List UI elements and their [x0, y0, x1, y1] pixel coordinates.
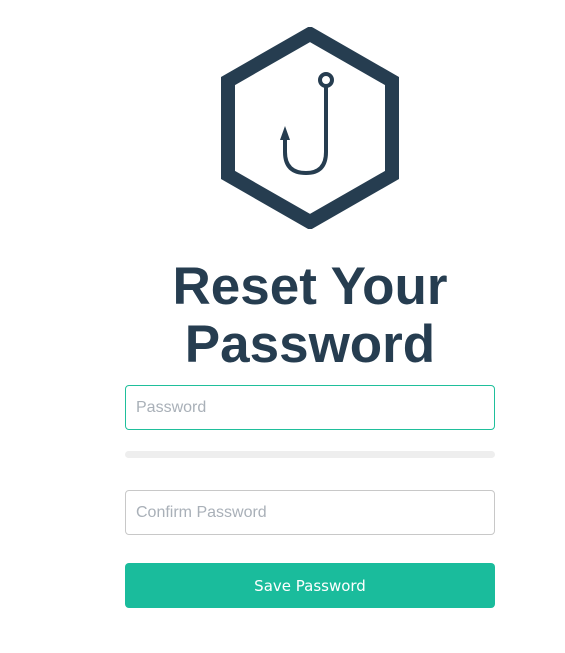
fishing-hook-hexagon-icon — [221, 25, 399, 231]
page-title-line1: Reset Your — [172, 257, 448, 316]
password-strength-meter — [125, 451, 495, 458]
save-password-button[interactable]: Save Password — [125, 563, 495, 608]
logo — [220, 25, 400, 231]
page-title-line2: Password — [184, 315, 436, 374]
page-title: Reset Your Password — [0, 258, 565, 374]
confirm-password-input[interactable] — [125, 490, 495, 535]
password-input[interactable] — [125, 385, 495, 430]
